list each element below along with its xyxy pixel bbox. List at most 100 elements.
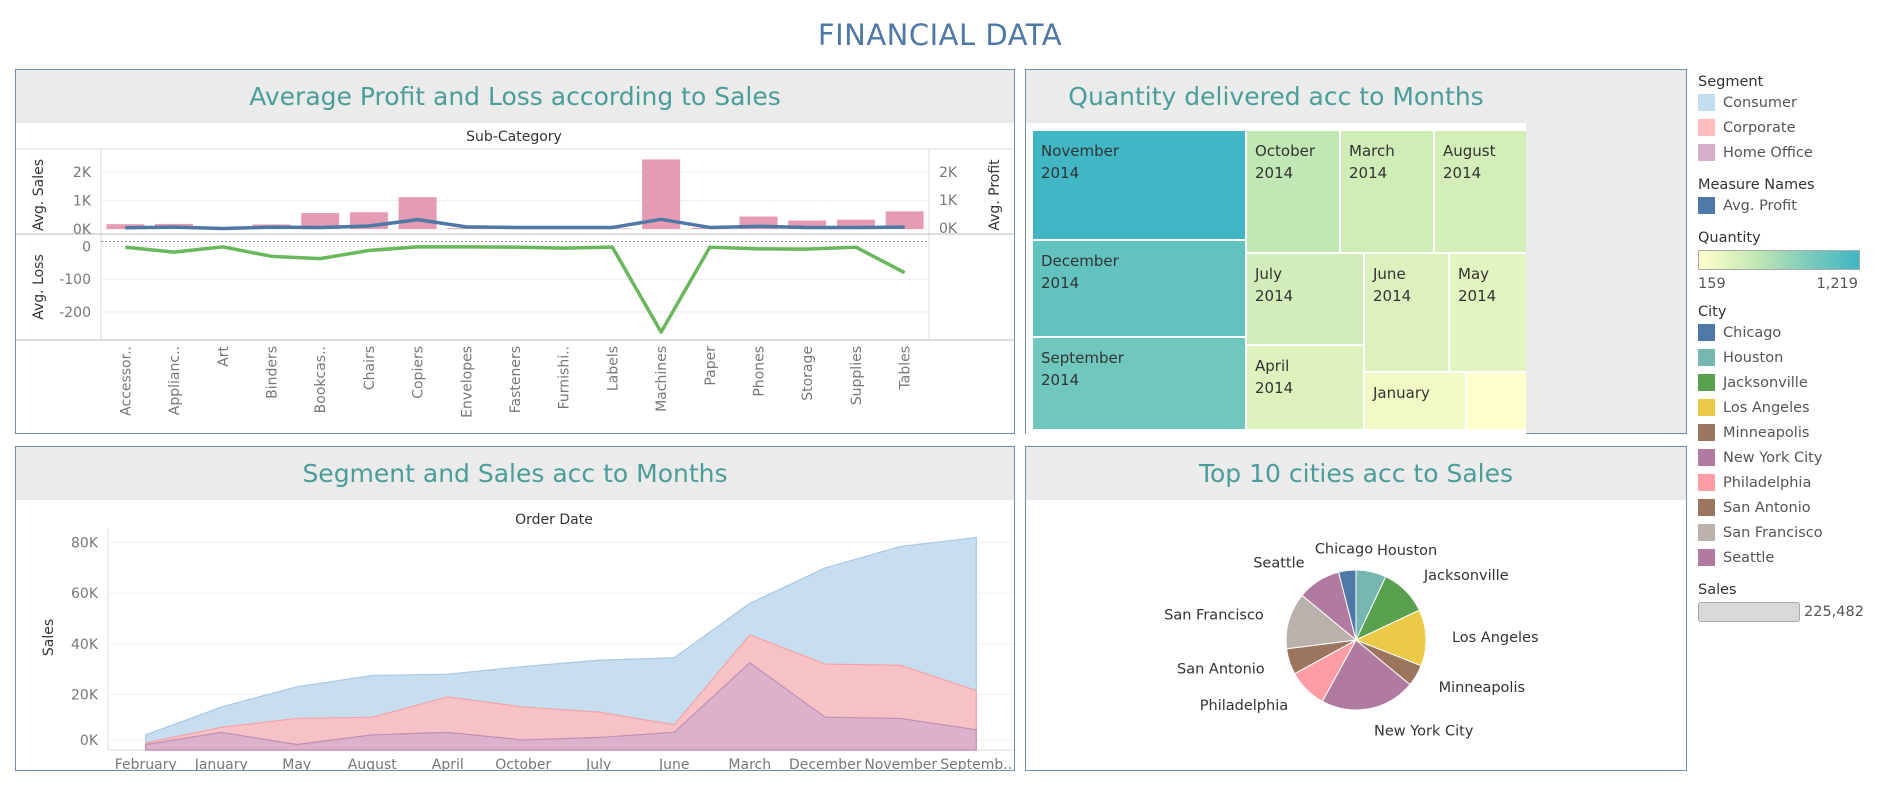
- segment-legend-label: Home Office: [1723, 144, 1813, 161]
- avg-sales-axis-title: Avg. Sales: [31, 159, 47, 231]
- city-legend-label: Philadelphia: [1723, 474, 1812, 491]
- city-legend-label: Chicago: [1723, 324, 1782, 341]
- avg-loss-line: [125, 245, 906, 334]
- city-legend-item-philadelphia[interactable]: Philadelphia: [1698, 470, 1878, 495]
- profit-loss-chart[interactable]: Sub-Category 2K 1K 0K 2K 1K 0K 0 -100 -200 Avg. Sa…: [16, 123, 1014, 433]
- treemap-cell-label: 2014: [1255, 379, 1293, 397]
- treemap-cell-label: July: [1254, 265, 1282, 283]
- treemap-cell-other: [1465, 371, 1526, 431]
- category-label-tables: Tables: [898, 346, 914, 391]
- category-label-fasteners: Fasteners: [508, 346, 524, 413]
- city-legend-label: San Antonio: [1723, 499, 1811, 516]
- profit-loss-title: Average Profit and Loss according to Sal…: [16, 70, 1014, 123]
- sales-tick-label: 60K: [71, 586, 99, 602]
- treemap-chart[interactable]: November 2014 December 2014 September 2014 Oct…: [1026, 123, 1526, 435]
- measure-swatch: [1698, 197, 1715, 214]
- category-label-storage: Storage: [800, 346, 816, 401]
- city-legend-item-seattle[interactable]: Seattle: [1698, 545, 1878, 570]
- city-swatch: [1698, 399, 1715, 416]
- category-label-copiers: Copiers: [411, 346, 427, 399]
- sales-size-bar: [1698, 602, 1800, 622]
- profit-tick-label: 1K: [939, 193, 958, 209]
- month-label-may: May: [282, 757, 311, 770]
- pie-label-new-york-city: New York City: [1374, 723, 1474, 739]
- city-swatch: [1698, 349, 1715, 366]
- segment-sales-chart[interactable]: Order Date 80K 60K 40K 20K 0K Sales February Jan…: [16, 500, 1014, 770]
- segment-swatch: [1698, 144, 1715, 161]
- loss-tick-label: -200: [59, 305, 91, 321]
- month-label-march: March: [728, 757, 771, 770]
- top-cities-chart[interactable]: Houston Jacksonville Los Angeles Minneapoli…: [1026, 500, 1686, 770]
- category-label-bookcas: Bookcas..: [313, 346, 329, 413]
- city-legend-item-houston[interactable]: Houston: [1698, 345, 1878, 370]
- segment-legend-item-corporate[interactable]: Corporate: [1698, 115, 1878, 140]
- month-label-january: January: [194, 757, 248, 770]
- treemap-cell-label: March: [1349, 142, 1395, 160]
- category-label-chairs: Chairs: [362, 346, 378, 390]
- treemap-cell-label: 2014: [1255, 164, 1293, 182]
- treemap-cell-label: 2014: [1373, 287, 1411, 305]
- pie-label-philadelphia: Philadelphia: [1200, 698, 1288, 714]
- city-legend-label: New York City: [1723, 449, 1823, 466]
- city-legend-item-jacksonville[interactable]: Jacksonville: [1698, 370, 1878, 395]
- pie-label-san-francisco: San Francisco: [1164, 607, 1264, 623]
- quantity-legend-title: Quantity: [1698, 230, 1761, 246]
- legend-panel: Segment Consumer Corporate Home Office Mea…: [1698, 70, 1878, 622]
- city-swatch: [1698, 549, 1715, 566]
- treemap-cell-label: 2014: [1458, 287, 1496, 305]
- avg-loss-axis-title: Avg. Loss: [31, 254, 47, 320]
- city-swatch: [1698, 374, 1715, 391]
- city-legend-label: Jacksonville: [1723, 374, 1808, 391]
- city-legend-item-los-angeles[interactable]: Los Angeles: [1698, 395, 1878, 420]
- month-label-february: February: [115, 757, 177, 770]
- pie-label-los-angeles: Los Angeles: [1452, 630, 1539, 646]
- page-title: FINANCIAL DATA: [817, 18, 1063, 52]
- treemap-cell-label: 2014: [1443, 164, 1481, 182]
- segment-legend-title: Segment: [1698, 74, 1764, 90]
- treemap-title: Quantity delivered acc to Months: [1026, 70, 1526, 123]
- city-legend-label: Seattle: [1723, 549, 1775, 566]
- city-legend-item-minneapolis[interactable]: Minneapolis: [1698, 420, 1878, 445]
- measure-legend: Avg. Profit: [1698, 193, 1878, 218]
- top-cities-panel: Top 10 cities acc to Sales Houston Jackso…: [1025, 446, 1687, 771]
- segment-legend-item-home-office[interactable]: Home Office: [1698, 140, 1878, 165]
- avg-profit-axis-title: Avg. Profit: [987, 159, 1003, 231]
- segment-legend-item-consumer[interactable]: Consumer: [1698, 90, 1878, 115]
- quantity-max-label: 1,219: [1816, 276, 1858, 292]
- treemap-cell-label: 2014: [1041, 274, 1079, 292]
- segment-swatch: [1698, 119, 1715, 136]
- quantity-gradient: [1698, 250, 1860, 270]
- city-legend-item-san-francisco[interactable]: San Francisco: [1698, 520, 1878, 545]
- category-label-machines: Machines: [654, 346, 670, 412]
- city-swatch: [1698, 524, 1715, 541]
- profit-loss-panel: Average Profit and Loss according to Sal…: [15, 69, 1015, 434]
- city-legend-item-san-antonio[interactable]: San Antonio: [1698, 495, 1878, 520]
- category-label-labels: Labels: [605, 346, 621, 391]
- segment-swatch: [1698, 94, 1715, 111]
- category-label-art: Art: [216, 345, 232, 366]
- city-legend-item-new-york-city[interactable]: New York City: [1698, 445, 1878, 470]
- category-label-applianc: Applianc..: [167, 346, 183, 415]
- treemap-cell-label: June: [1372, 265, 1406, 283]
- treemap-cell-label: 2014: [1041, 371, 1079, 389]
- treemap-cell-label: September: [1041, 349, 1125, 367]
- city-swatch: [1698, 449, 1715, 466]
- loss-tick-label: 0: [82, 240, 91, 256]
- measure-legend-item-avg-profit[interactable]: Avg. Profit: [1698, 193, 1878, 218]
- treemap-cell-label: August: [1443, 142, 1496, 160]
- treemap-cell-label: October: [1255, 142, 1316, 160]
- sales-tick-label: 40K: [71, 637, 99, 653]
- sales-tick-label: 2K: [73, 165, 92, 181]
- city-legend: Chicago Houston Jacksonville Los Angeles Min…: [1698, 320, 1878, 570]
- sales-axis-title: Sales: [41, 619, 57, 656]
- category-label-envelopes: Envelopes: [459, 346, 475, 418]
- treemap-cell-label: May: [1458, 265, 1489, 283]
- city-legend-item-chicago[interactable]: Chicago: [1698, 320, 1878, 345]
- quantity-min-label: 159: [1698, 276, 1726, 292]
- city-legend-label: Minneapolis: [1723, 424, 1810, 441]
- month-label-april: April: [432, 757, 464, 770]
- city-legend-label: Houston: [1723, 349, 1784, 366]
- city-legend-title: City: [1698, 304, 1727, 320]
- segment-legend-label: Consumer: [1723, 94, 1797, 111]
- pie-label-seattle: Seattle: [1253, 555, 1304, 571]
